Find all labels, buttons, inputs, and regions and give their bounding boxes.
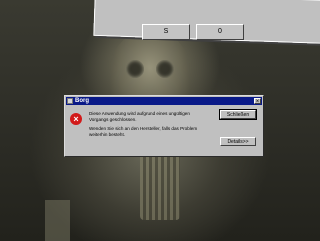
figure-tubes-image xyxy=(140,150,180,220)
details-button[interactable]: Details>> xyxy=(220,137,256,146)
error-hint: Wenden Sie sich an den Hersteller, falls… xyxy=(89,126,198,137)
background-object xyxy=(45,200,70,241)
error-message: Diese Anwendung wird aufgrund eines ungü… xyxy=(89,111,190,122)
dialog-title: Borg xyxy=(75,98,89,104)
background-window-button-1[interactable]: S xyxy=(142,24,190,40)
close-button[interactable]: Schließen xyxy=(219,109,257,120)
background-window-button-2[interactable]: 0 xyxy=(196,24,244,40)
error-icon: × xyxy=(70,113,82,125)
close-icon[interactable]: × xyxy=(254,98,261,105)
dialog-titlebar[interactable]: Borg × xyxy=(66,97,262,105)
figure-right-eye xyxy=(156,60,174,78)
app-icon xyxy=(67,98,73,104)
error-dialog: Borg × × Diese Anwendung wird aufgrund e… xyxy=(64,95,264,157)
figure-left-eye xyxy=(126,60,144,78)
